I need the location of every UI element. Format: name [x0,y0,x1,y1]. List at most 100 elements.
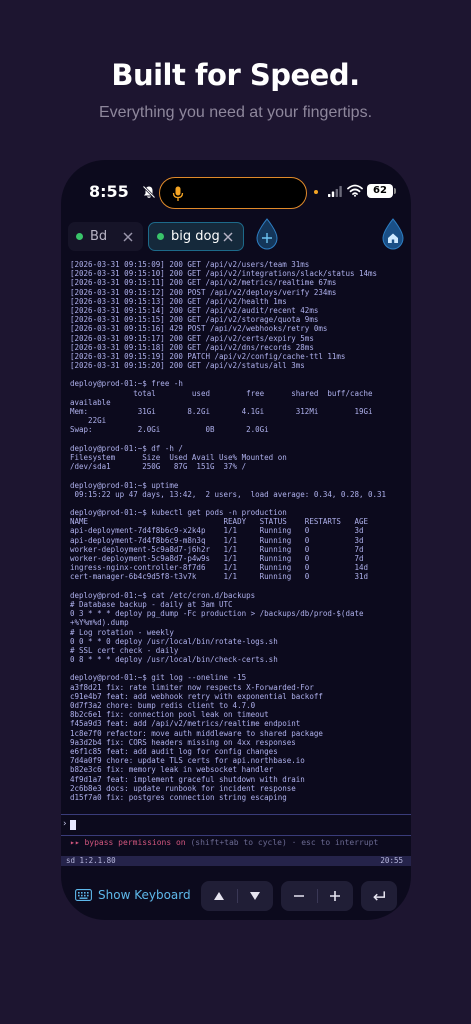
terminal-line: cert-manager-6b4c9d5f8-t3v7k 1/1 Running… [70,572,369,582]
terminal-line: f45a9d3 feat: add /api/v2/metrics/realti… [70,719,301,729]
tab-label: Bd [90,229,108,244]
terminal-line: 0 3 * * * deploy pg_dump -Fc production … [70,609,364,619]
wifi-icon [347,184,363,197]
terminal-line: deploy@prod-01:~$ df -h / [70,443,183,453]
terminal-line: [2026-03-31 09:15:14] 200 GET /api/v2/au… [70,305,319,315]
terminal-line: [2026-03-31 09:15:17] 200 GET /api/v2/ce… [70,333,314,343]
terminal-line: 0 0 * * 0 deploy /usr/local/bin/rotate-l… [70,636,278,646]
terminal-line: 2c6b8e3 docs: update runbook for inciden… [70,783,296,793]
minus-icon [294,895,304,897]
session-tab-bar: Bd big dog [61,218,411,258]
terminal-line: a3f8d21 fix: rate limiter now respects X… [70,682,314,692]
cellular-signal-icon [328,186,342,197]
terminal-line: Filesystem Size Used Avail Use% Mounted … [70,452,287,462]
text-cursor [70,820,76,830]
terminal-line: deploy@prod-01:~$ kubectl get pods -n pr… [70,508,287,518]
terminal-line: total used free shared buff/cache [70,388,373,398]
terminal-line: c91e4b7 feat: add webhook retry with exp… [70,691,323,701]
terminal-line: ingress-nginx-controller-8f7d6 1/1 Runni… [70,563,369,573]
triangle-down-icon [250,892,260,900]
tmux-status-line: sd 1:2.1.80 20:55 [61,856,411,866]
terminal-line: d15f7a0 fix: postgres connection string … [70,792,287,802]
bypass-hint: (shift+tab to cycle) · esc to interrupt [190,838,379,847]
add-tab-icon[interactable] [256,218,278,250]
keyboard-icon [75,889,92,901]
arrow-key-group [201,881,273,911]
tab-bd[interactable]: Bd [68,222,143,251]
terminal-line: [2026-03-31 09:15:10] 200 GET /api/v2/in… [70,269,378,279]
terminal-line: 09:15:22 up 47 days, 13:42, 2 users, loa… [70,489,387,499]
return-icon [373,891,386,901]
terminal-line: worker-deployment-5c9a8d7-p4w9s 1/1 Runn… [70,554,364,563]
terminal-line: [2026-03-31 09:15:19] 200 PATCH /api/v2/… [70,351,346,361]
terminal-line: +%Y%m%d).dump [70,618,129,628]
dynamic-island [159,177,307,209]
home-icon[interactable] [382,218,404,250]
zoom-out-button[interactable] [281,881,317,911]
terminal-line: 1c8e7f0 refactor: move auth middleware t… [70,728,323,738]
close-icon[interactable] [121,230,135,244]
show-keyboard-label: Show Keyboard [98,888,191,902]
zoom-in-button[interactable] [317,881,353,911]
terminal-line: 0 8 * * * deploy /usr/local/bin/check-ce… [70,655,278,665]
tmux-clock: 20:55 [380,856,403,865]
tmux-session-name: sd 1:2.1.80 [66,856,116,865]
enter-button[interactable] [361,881,397,911]
terminal-line: /dev/sda1 250G 87G 151G 37% / [70,462,247,472]
terminal-line: 22Gi [70,416,107,426]
tab-status-dot [157,233,164,240]
bypass-permissions-status: ▸▸ bypass permissions on (shift+tab to c… [70,838,378,847]
terminal-line: worker-deployment-5c9a8d7-j6h2r 1/1 Runn… [70,544,364,554]
terminal-line: api-deployment-7d4f8b6c9-m8n3q 1/1 Runni… [70,535,364,545]
terminal-line: 4f9d1a7 feat: implement graceful shutdow… [70,774,305,784]
microphone-icon [172,186,184,201]
terminal-line: deploy@prod-01:~$ free -h [70,379,183,389]
bypass-arrows: ▸▸ [70,838,80,847]
terminal-line: # SSL cert check - daily [70,645,179,655]
terminal-line: api-deployment-7d4f8b6c9-x2k4p 1/1 Runni… [70,526,364,536]
terminal-line: [2026-03-31 09:15:15] 200 GET /api/v2/st… [70,315,319,325]
terminal-line: Mem: 31Gi 8.2Gi 4.1Gi 312Mi 19Gi [70,407,373,416]
terminal-line: # Log rotation - weekly [70,627,174,637]
show-keyboard-button[interactable]: Show Keyboard [75,882,191,908]
font-size-group [281,881,353,911]
terminal-line: e6f1c85 feat: add audit log for config c… [70,746,278,756]
arrow-up-button[interactable] [201,881,237,911]
hero-subtitle: Everything you need at your fingertips. [98,104,373,121]
terminal-line: [2026-03-31 09:15:16] 429 POST /api/v2/w… [70,324,328,334]
hero-title: Built for Speed. [111,58,360,92]
terminal-line: NAME READY STATUS RESTARTS AGE [70,517,369,527]
terminal-line: 8b2c6e1 fix: connection pool leak on tim… [70,710,269,720]
plus-icon [330,891,340,901]
enter-key-group [361,881,397,911]
tab-status-dot [76,233,83,240]
close-icon[interactable] [221,230,235,244]
status-bar: 8:55 62 [61,160,411,222]
terminal-line: deploy@prod-01:~$ git log --oneline -15 [70,673,247,683]
terminal-line: 9a3d2b4 fix: CORS headers missing on 4xx… [70,737,296,747]
prompt-input[interactable]: › [61,814,411,836]
triangle-up-icon [214,892,224,900]
terminal-line: deploy@prod-01:~$ cat /etc/cron.d/backup… [70,590,256,600]
terminal-line: 0d7f3a2 chore: bump redis client to 4.7.… [70,701,256,710]
terminal-line: b82e3c6 fix: memory leak in websocket ha… [70,765,274,775]
battery-indicator: 62 [367,184,396,198]
terminal-line: [2026-03-31 09:15:12] 200 POST /api/v2/d… [70,287,337,297]
terminal-line: # Database backup - daily at 3am UTC [70,599,233,609]
terminal-output: [2026-03-31 09:15:09] 200 GET /api/v2/us… [61,260,411,820]
status-time: 8:55 [89,182,129,201]
terminal-line: 7d4a0f9 chore: update TLS certs for api.… [70,756,305,766]
tab-label: big dog [171,229,220,244]
terminal-line: [2026-03-31 09:15:20] 200 GET /api/v2/st… [70,361,305,371]
terminal-line: [2026-03-31 09:15:09] 200 GET /api/v2/us… [70,260,310,269]
tab-big-dog[interactable]: big dog [148,222,244,251]
arrow-down-button[interactable] [237,881,273,911]
terminal-line: available [70,397,111,407]
bypass-label: bypass permissions on [84,838,186,847]
